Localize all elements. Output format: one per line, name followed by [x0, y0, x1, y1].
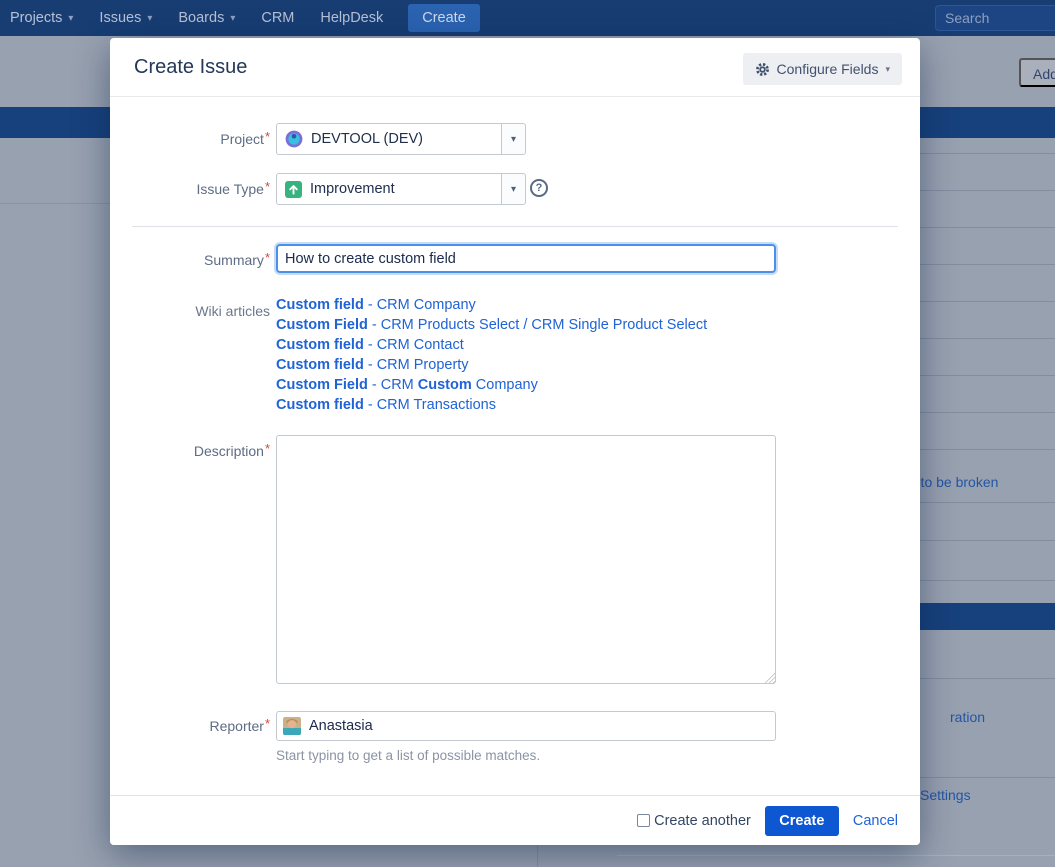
project-select-value: DEVTOOL (DEV) — [277, 124, 501, 154]
nav-item-helpdesk[interactable]: HelpDesk — [307, 10, 396, 26]
required-asterisk: * — [265, 250, 270, 265]
chevron-down-icon: ▾ — [147, 13, 152, 24]
nav-item-boards[interactable]: Boards ▾ — [165, 10, 248, 26]
dialog-title: Create Issue — [134, 56, 247, 79]
chevron-down-icon: ▾ — [885, 64, 890, 75]
wiki-article-link[interactable]: Custom Field - CRM Custom Company — [276, 377, 538, 393]
summary-input[interactable] — [276, 244, 776, 273]
wiki-article-link[interactable]: Custom field - CRM Company — [276, 297, 476, 313]
wiki-article-link[interactable]: Custom field - CRM Contact — [276, 337, 464, 353]
issue-type-select[interactable]: Improvement ▾ — [276, 173, 526, 205]
wiki-article-link[interactable]: Custom field - CRM Property — [276, 357, 469, 373]
gear-icon — [755, 62, 770, 77]
wiki-articles-list: Custom field - CRM Company Custom Field -… — [276, 296, 707, 416]
create-issue-dialog: Create Issue Configure Fields ▾ Project* — [110, 38, 920, 845]
help-icon[interactable]: ? — [530, 179, 548, 197]
nav-item-projects[interactable]: Projects ▾ — [10, 10, 86, 26]
cancel-link[interactable]: Cancel — [853, 813, 898, 829]
nav-item-label: Boards — [178, 10, 224, 26]
configure-fields-label: Configure Fields — [777, 61, 879, 77]
nav-item-crm[interactable]: CRM — [248, 10, 307, 26]
wiki-article-link[interactable]: Custom Field - CRM Products Select / CRM… — [276, 317, 707, 333]
description-textarea[interactable] — [276, 435, 776, 684]
required-asterisk: * — [265, 441, 270, 456]
summary-label: Summary* — [120, 252, 270, 268]
create-another-label: Create another — [654, 813, 751, 829]
required-asterisk: * — [265, 716, 270, 731]
configure-fields-button[interactable]: Configure Fields ▾ — [743, 53, 902, 85]
project-avatar-icon — [285, 130, 303, 148]
create-button[interactable]: Create — [765, 806, 839, 836]
background-link-configuration[interactable]: ration — [950, 709, 985, 725]
wiki-article-link[interactable]: Custom field - CRM Transactions — [276, 397, 496, 413]
avatar — [283, 717, 301, 735]
reporter-value-text: Anastasia — [309, 718, 373, 734]
reporter-hint: Start typing to get a list of possible m… — [276, 748, 540, 763]
chevron-down-icon[interactable]: ▾ — [501, 174, 525, 204]
project-label: Project* — [120, 131, 270, 147]
dialog-footer: Create another Create Cancel — [110, 795, 920, 845]
improvement-icon — [285, 181, 302, 198]
issue-type-value-text: Improvement — [310, 181, 395, 197]
project-value-text: DEVTOOL (DEV) — [311, 131, 423, 147]
required-asterisk: * — [265, 129, 270, 144]
issue-type-label: Issue Type* — [120, 181, 270, 197]
search-input[interactable] — [935, 5, 1055, 31]
nav-create-button[interactable]: Create — [408, 4, 480, 32]
nav-item-label: Issues — [99, 10, 141, 26]
chevron-down-icon[interactable]: ▾ — [501, 124, 525, 154]
background-link-settings[interactable]: Settings — [920, 787, 971, 803]
top-nav: Projects ▾ Issues ▾ Boards ▾ CRM HelpDes… — [0, 0, 1055, 36]
description-label: Description* — [120, 443, 270, 459]
required-asterisk: * — [265, 179, 270, 194]
add-gadget-button[interactable]: Add g — [1019, 58, 1055, 87]
nav-item-issues[interactable]: Issues ▾ — [86, 10, 165, 26]
chevron-down-icon: ▾ — [68, 13, 73, 24]
wiki-articles-label: Wiki articles — [120, 303, 270, 319]
dialog-header: Create Issue Configure Fields ▾ — [110, 38, 920, 97]
nav-item-label: HelpDesk — [320, 10, 383, 26]
issue-type-select-value: Improvement — [277, 174, 501, 204]
nav-item-label: Projects — [10, 10, 62, 26]
project-select[interactable]: DEVTOOL (DEV) ▾ — [276, 123, 526, 155]
chevron-down-icon: ▾ — [230, 13, 235, 24]
reporter-label: Reporter* — [120, 718, 270, 734]
divider — [132, 226, 898, 227]
divider — [617, 855, 1055, 856]
nav-item-label: CRM — [261, 10, 294, 26]
create-another-checkbox[interactable] — [637, 814, 650, 827]
reporter-input[interactable]: Anastasia — [276, 711, 776, 741]
